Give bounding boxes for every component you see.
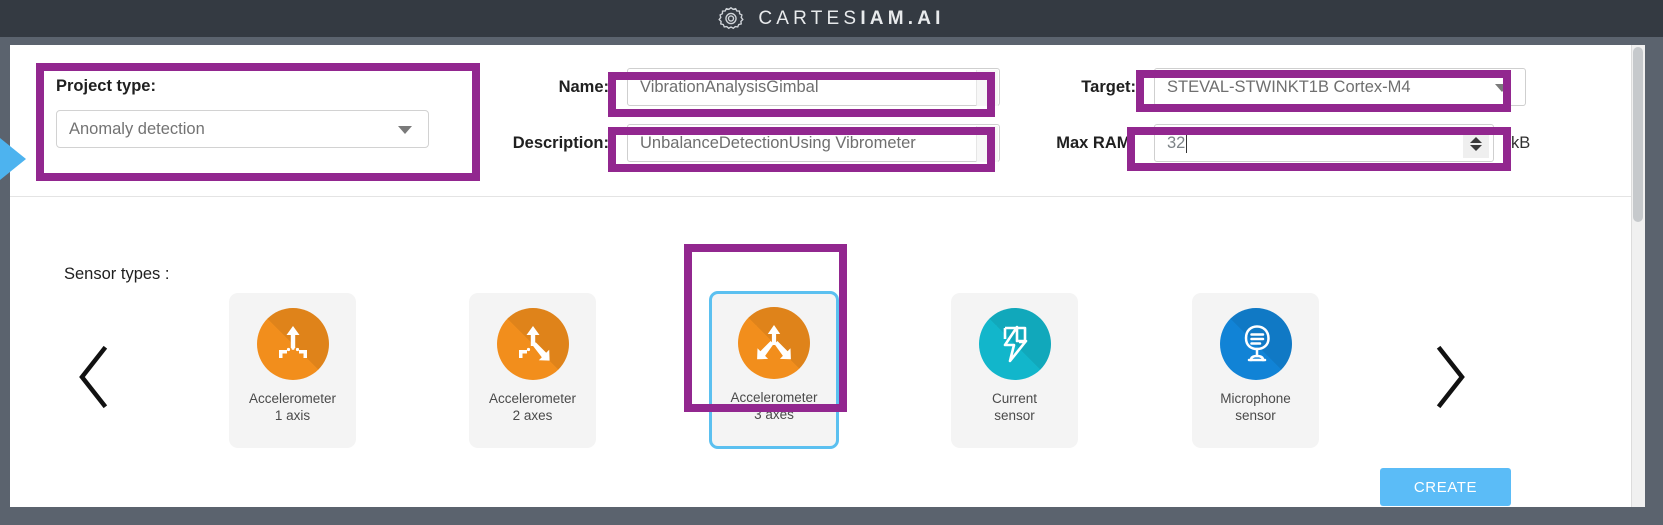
- name-description-group: Name: VibrationAnalysisGimbal Descriptio…: [497, 67, 1000, 179]
- sensor-carousel: Accelerometer 1 axis Accelerometer 2 axe…: [64, 291, 1564, 461]
- description-value: UnbalanceDetectionUsing Vibrometer: [640, 133, 916, 152]
- sensor-card-accelerometer-2-axes[interactable]: Accelerometer 2 axes: [469, 293, 596, 448]
- window-chrome-left: [0, 45, 10, 507]
- sensor-card-microphone-sensor[interactable]: Microphone sensor: [1192, 293, 1319, 448]
- name-row: Name: VibrationAnalysisGimbal: [497, 67, 1000, 107]
- accelerometer-2-axes-icon: [496, 308, 569, 380]
- gear-icon: [718, 6, 745, 32]
- max-ram-row: Max RAM: 32 kB: [1026, 123, 1530, 163]
- spinner-up-arrow[interactable]: [1470, 137, 1482, 143]
- sensor-card-accelerometer-3-axes[interactable]: Accelerometer 3 axes: [709, 291, 839, 449]
- current-sensor-icon: [978, 308, 1051, 380]
- create-button[interactable]: CREATE: [1380, 468, 1511, 506]
- sensor-types-label: Sensor types :: [64, 265, 170, 283]
- target-value: STEVAL-STWINKT1B Cortex-M4: [1167, 77, 1411, 96]
- sensor-card-caption: Accelerometer 3 axes: [730, 390, 818, 422]
- spinner-down-arrow[interactable]: [1470, 145, 1482, 151]
- name-label: Name:: [558, 77, 609, 96]
- microphone-sensor-icon: [1219, 308, 1292, 380]
- chevron-down-icon: [398, 126, 412, 134]
- sensor-card-caption: Accelerometer 1 axis: [248, 391, 337, 423]
- description-input-grip: [976, 126, 998, 162]
- max-ram-label: Max RAM:: [1056, 133, 1136, 152]
- window-chrome-bottom: [0, 507, 1663, 525]
- chevron-right-icon[interactable]: [1424, 341, 1472, 413]
- sensor-card-caption: Microphone sensor: [1220, 391, 1291, 423]
- max-ram-input[interactable]: 32: [1154, 124, 1494, 162]
- target-ram-group: Target: STEVAL-STWINKT1B Cortex-M4 Max R…: [1026, 67, 1530, 179]
- title-bar: CARTESIAM.AI: [0, 0, 1663, 37]
- sensor-card-accelerometer-1-axis[interactable]: Accelerometer 1 axis: [229, 293, 356, 448]
- project-type-group: Project type: Anomaly detection: [38, 63, 488, 183]
- main-panel: Project type: Anomaly detection Name: Vi…: [0, 45, 1631, 507]
- blue-pointer-arrow: [0, 138, 26, 180]
- description-row: Description: UnbalanceDetectionUsing Vib…: [497, 123, 1000, 163]
- sensor-card-caption: Accelerometer 2 axes: [488, 391, 577, 423]
- window-chrome-right: [1645, 45, 1663, 507]
- chevron-left-icon[interactable]: [72, 341, 120, 413]
- text-cursor: [1186, 133, 1188, 153]
- name-input[interactable]: VibrationAnalysisGimbal: [627, 68, 1000, 106]
- target-row: Target: STEVAL-STWINKT1B Cortex-M4: [1026, 67, 1530, 107]
- name-value: VibrationAnalysisGimbal: [640, 77, 819, 96]
- brand-title: CARTESIAM.AI: [758, 7, 945, 29]
- spinner-updown-icon[interactable]: [1463, 130, 1489, 158]
- sensor-card-current-sensor[interactable]: Current sensor: [951, 293, 1078, 448]
- project-type-value: Anomaly detection: [69, 119, 205, 138]
- app-window: CARTESIAM.AI Project type: Anomaly detec…: [0, 0, 1663, 525]
- window-chrome-top: [0, 37, 1663, 45]
- vertical-scrollbar-thumb[interactable]: [1633, 47, 1643, 222]
- project-type-select[interactable]: Anomaly detection: [56, 110, 429, 148]
- max-ram-control: 32 kB: [1154, 124, 1530, 162]
- accelerometer-1-axis-icon: [256, 308, 329, 380]
- project-form-section: Project type: Anomaly detection Name: Vi…: [0, 45, 1631, 197]
- project-type-label: Project type:: [56, 77, 156, 95]
- description-label: Description:: [512, 133, 609, 152]
- target-label: Target:: [1081, 77, 1136, 96]
- target-select[interactable]: STEVAL-STWINKT1B Cortex-M4: [1154, 68, 1526, 106]
- chevron-down-icon: [1495, 84, 1509, 92]
- sensor-card-caption: Current sensor: [991, 391, 1037, 423]
- name-input-grip: [976, 70, 998, 106]
- brand: CARTESIAM.AI: [718, 6, 944, 32]
- max-ram-value: 32: [1167, 133, 1186, 152]
- accelerometer-3-axes-icon: [738, 307, 810, 379]
- description-input[interactable]: UnbalanceDetectionUsing Vibrometer: [627, 124, 1000, 162]
- max-ram-unit: kB: [1511, 133, 1531, 152]
